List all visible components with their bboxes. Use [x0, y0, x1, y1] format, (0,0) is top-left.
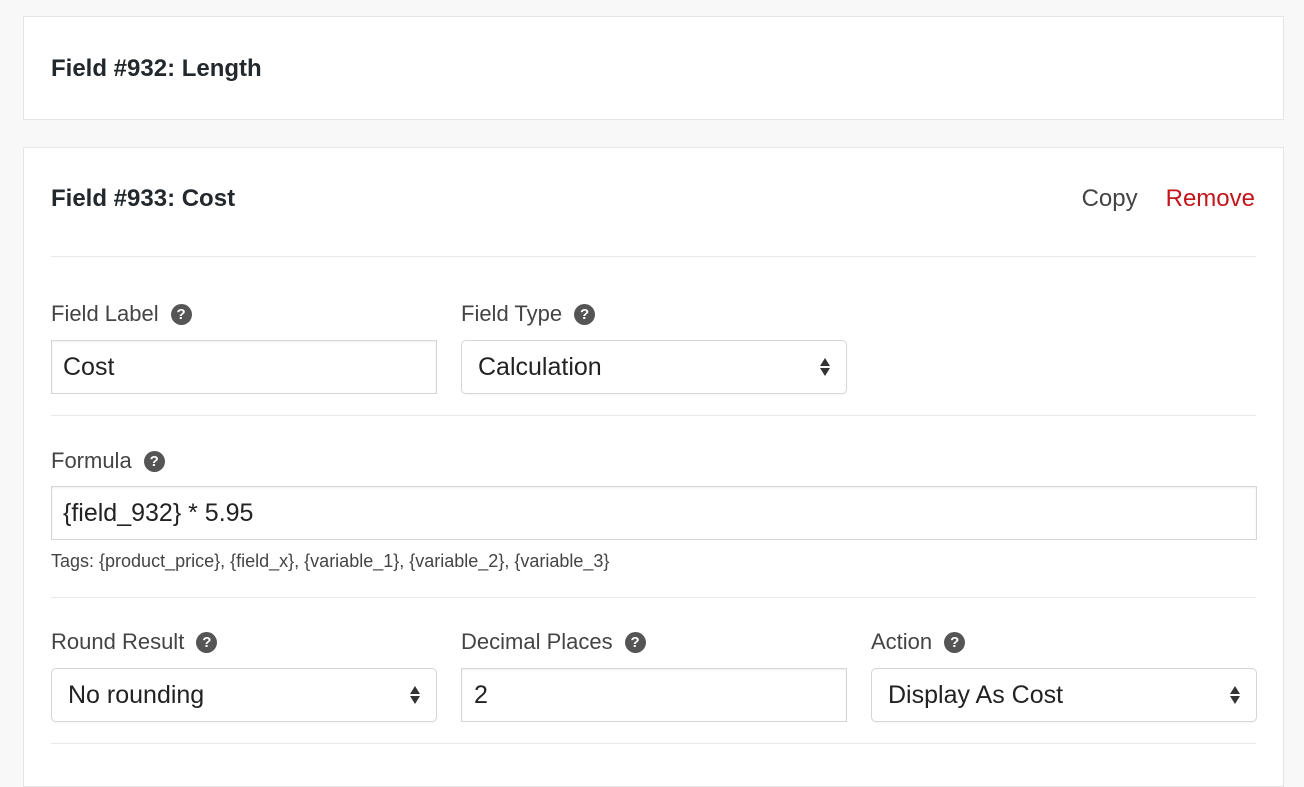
select-arrows-icon [410, 686, 420, 704]
field-title[interactable]: Field #932: Length [51, 55, 262, 83]
field-card-932[interactable]: Field #932: Length [23, 16, 1284, 120]
divider [51, 743, 1256, 744]
round-result-label: Round Result ? [51, 629, 218, 655]
label-text: Action [871, 629, 933, 654]
formula-value: {field_932} * 5.95 [63, 498, 254, 527]
field-type-label: Field Type ? [461, 301, 596, 327]
action-select[interactable]: Display As Cost [871, 668, 1257, 722]
field-label-input[interactable]: Cost [51, 340, 437, 394]
help-icon[interactable]: ? [944, 631, 966, 653]
help-icon[interactable]: ? [624, 631, 646, 653]
select-arrows-icon [820, 358, 830, 376]
select-arrows-icon [1230, 686, 1240, 704]
field-label-label: Field Label ? [51, 301, 192, 327]
label-text: Round Result [51, 629, 185, 654]
divider [51, 256, 1256, 257]
remove-link[interactable]: Remove [1166, 185, 1255, 213]
formula-label: Formula ? [51, 448, 165, 474]
label-text: Field Type [461, 301, 563, 326]
divider [51, 597, 1256, 598]
field-actions: Copy Remove [1082, 185, 1255, 213]
action-value: Display As Cost [888, 680, 1064, 709]
field-title: Field #933: Cost [51, 185, 236, 212]
help-icon[interactable]: ? [143, 450, 165, 472]
field-label-value: Cost [63, 352, 115, 381]
help-icon[interactable]: ? [170, 303, 192, 325]
formula-input[interactable]: {field_932} * 5.95 [51, 486, 1257, 540]
action-label: Action ? [871, 629, 966, 655]
copy-link[interactable]: Copy [1082, 185, 1138, 213]
field-type-value: Calculation [478, 352, 602, 381]
decimal-places-value: 2 [474, 680, 488, 709]
formula-tags-hint: Tags: {product_price}, {field_x}, {varia… [51, 551, 610, 571]
divider [51, 415, 1256, 416]
decimal-places-label: Decimal Places ? [461, 629, 646, 655]
field-type-select[interactable]: Calculation [461, 340, 847, 394]
label-text: Field Label [51, 301, 159, 326]
decimal-places-input[interactable]: 2 [461, 668, 847, 722]
round-result-value: No rounding [68, 680, 205, 709]
label-text: Formula [51, 448, 132, 473]
label-text: Decimal Places [461, 629, 613, 654]
help-icon[interactable]: ? [574, 303, 596, 325]
field-card-933: Field #933: Cost Copy Remove Field Label… [23, 147, 1284, 787]
help-icon[interactable]: ? [196, 631, 218, 653]
round-result-select[interactable]: No rounding [51, 668, 437, 722]
